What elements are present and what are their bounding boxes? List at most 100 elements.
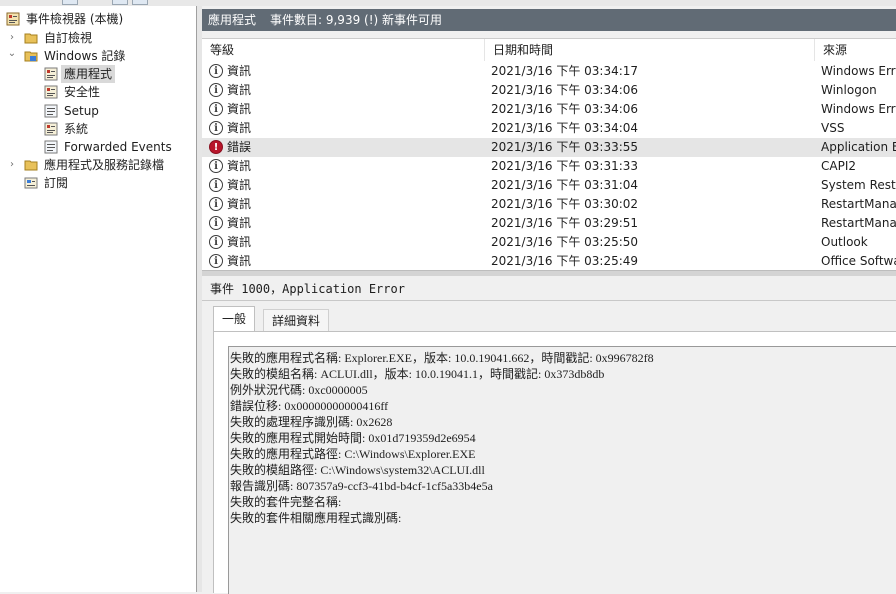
cell-level: 資訊 xyxy=(227,64,252,78)
table-row[interactable]: i 資訊 2021/3/16 下午 03:34:06 Winlogon xyxy=(202,81,896,100)
tree-item-label: 自訂檢視 xyxy=(44,31,93,45)
console-tree: 事件檢視器 (本機) › 自訂檢視 ⌄ Windows 記錄 應用程式 安全性 … xyxy=(0,6,197,592)
log-icon xyxy=(44,104,58,118)
info-icon: i xyxy=(209,178,223,192)
cell-datetime: 2021/3/16 下午 03:33:55 xyxy=(491,140,639,154)
cell-source: Windows Error Reporting xyxy=(821,64,896,78)
cell-level: 資訊 xyxy=(227,178,252,192)
cell-datetime: 2021/3/16 下午 03:30:02 xyxy=(491,197,639,211)
tree-item-label: Forwarded Events xyxy=(64,140,172,154)
cell-level: 資訊 xyxy=(227,254,252,268)
description-line: 失敗的套件完整名稱: xyxy=(230,495,342,509)
cell-datetime: 2021/3/16 下午 03:31:04 xyxy=(491,178,639,192)
description-line: 失敗的模組名稱: ACLUI.dll，版本: 10.0.19041.1，時間戳記… xyxy=(230,367,605,381)
info-icon: i xyxy=(209,83,223,97)
folder-icon xyxy=(24,49,38,63)
cell-level: 資訊 xyxy=(227,159,252,173)
description-line: 失敗的應用程式名稱: Explorer.EXE，版本: 10.0.19041.6… xyxy=(230,351,654,365)
error-icon: ! xyxy=(209,140,223,154)
cell-datetime: 2021/3/16 下午 03:25:50 xyxy=(491,235,639,249)
log-icon xyxy=(44,140,58,154)
cell-source: RestartManager xyxy=(821,197,896,211)
cell-datetime: 2021/3/16 下午 03:25:49 xyxy=(491,254,639,268)
toolbar-button[interactable] xyxy=(132,0,148,5)
event-list: 等級 日期和時間 來源 i 資訊 2021/3/16 下午 03:34:17 Wind… xyxy=(202,38,896,271)
cell-level: 資訊 xyxy=(227,121,252,135)
info-icon: i xyxy=(209,197,223,211)
table-row[interactable]: i 資訊 2021/3/16 下午 03:25:49 Office Software … xyxy=(202,252,896,271)
event-description[interactable]: 失敗的應用程式名稱: Explorer.EXE，版本: 10.0.19041.6… xyxy=(228,346,896,594)
info-icon: i xyxy=(209,121,223,135)
cell-level: 資訊 xyxy=(227,197,252,211)
tree-item-label: Windows 記錄 xyxy=(44,49,126,63)
description-line: 失敗的套件相關應用程式識別碼: xyxy=(230,511,402,525)
description-line: 失敗的模組路徑: C:\Windows\system32\ACLUI.dll xyxy=(230,463,485,477)
description-line: 失敗的處理程序識別碼: 0x2628 xyxy=(230,415,393,429)
cell-source: Office Software Protection xyxy=(821,254,896,268)
tree-item-label: 系統 xyxy=(64,122,89,136)
table-row[interactable]: ! 錯誤 2021/3/16 下午 03:33:55 Application Erro… xyxy=(202,138,896,157)
cell-source: Outlook xyxy=(821,235,868,249)
cell-datetime: 2021/3/16 下午 03:34:17 xyxy=(491,64,639,78)
event-count: 事件數目: 9,939 (!) 新事件可用 xyxy=(270,13,443,27)
log-icon xyxy=(44,67,58,81)
tree-item-label: 事件檢視器 (本機) xyxy=(26,12,124,26)
description-line: 失敗的應用程式開始時間: 0x01d719359d2e6954 xyxy=(230,431,476,445)
subscription-icon xyxy=(24,176,38,190)
info-icon: i xyxy=(209,102,223,116)
tree-item-label: 訂閱 xyxy=(44,176,69,190)
tab-general[interactable]: 一般 xyxy=(213,306,256,332)
info-icon: i xyxy=(209,254,223,268)
table-row[interactable]: i 資訊 2021/3/16 下午 03:29:51 RestartManager xyxy=(202,214,896,233)
table-row[interactable]: i 資訊 2021/3/16 下午 03:25:50 Outlook xyxy=(202,233,896,252)
cell-source: VSS xyxy=(821,121,845,135)
cell-datetime: 2021/3/16 下午 03:34:04 xyxy=(491,121,639,135)
general-tab-panel: 失敗的應用程式名稱: Explorer.EXE，版本: 10.0.19041.6… xyxy=(213,331,896,594)
column-header-level[interactable]: 等級 xyxy=(202,39,485,61)
cell-level: 資訊 xyxy=(227,216,252,230)
cell-source: Winlogon xyxy=(821,83,877,97)
chevron-right-icon[interactable]: › xyxy=(7,29,17,47)
description-line: 例外狀況代碼: 0xc0000005 xyxy=(230,383,368,397)
chevron-down-icon[interactable]: ⌄ xyxy=(7,47,17,65)
table-row[interactable]: i 資訊 2021/3/16 下午 03:31:33 CAPI2 xyxy=(202,157,896,176)
table-row[interactable]: i 資訊 2021/3/16 下午 03:30:02 RestartManager xyxy=(202,195,896,214)
info-icon: i xyxy=(209,235,223,249)
cell-datetime: 2021/3/16 下午 03:29:51 xyxy=(491,216,639,230)
description-line: 錯誤位移: 0x00000000000416ff xyxy=(230,399,389,413)
cell-datetime: 2021/3/16 下午 03:34:06 xyxy=(491,102,639,116)
cell-source: System Restore xyxy=(821,178,896,192)
tab-details[interactable]: 詳細資料 xyxy=(263,309,330,331)
column-header-datetime[interactable]: 日期和時間 xyxy=(485,39,815,61)
tree-item-label: 應用程式及服務記錄檔 xyxy=(44,158,165,172)
chevron-right-icon[interactable]: › xyxy=(7,156,17,174)
toolbar-button[interactable] xyxy=(62,0,78,5)
info-icon: i xyxy=(209,64,223,78)
cell-level: 資訊 xyxy=(227,102,252,116)
event-detail-title: 事件 1000，Application Error xyxy=(210,282,405,296)
table-row[interactable]: i 資訊 2021/3/16 下午 03:34:04 VSS xyxy=(202,119,896,138)
event-detail-pane: 事件 1000，Application Error 一般 詳細資料 失敗的應用程… xyxy=(202,276,896,594)
column-header-source[interactable]: 來源 xyxy=(815,39,896,61)
cell-level: 資訊 xyxy=(227,235,252,249)
table-row[interactable]: i 資訊 2021/3/16 下午 03:34:06 Windows Error Re… xyxy=(202,100,896,119)
tree-item-label: Setup xyxy=(64,104,99,118)
log-name: 應用程式 xyxy=(208,13,257,27)
info-icon: i xyxy=(209,216,223,230)
cell-source: CAPI2 xyxy=(821,159,856,173)
info-icon: i xyxy=(209,159,223,173)
cell-datetime: 2021/3/16 下午 03:34:06 xyxy=(491,83,639,97)
description-line: 失敗的應用程式路徑: C:\Windows\Explorer.EXE xyxy=(230,447,476,461)
cell-datetime: 2021/3/16 下午 03:31:33 xyxy=(491,159,639,173)
table-row[interactable]: i 資訊 2021/3/16 下午 03:34:17 Windows Error Re… xyxy=(202,62,896,81)
cell-source: Windows Error Reporting xyxy=(821,102,896,116)
table-row[interactable]: i 資訊 2021/3/16 下午 03:31:04 System Restore xyxy=(202,176,896,195)
cell-source: Application Error xyxy=(821,140,896,154)
toolbar-button[interactable] xyxy=(112,0,128,5)
divider xyxy=(202,300,896,301)
description-line: 報告識別碼: 807357a9-ccf3-41bd-b4cf-1cf5a33b4… xyxy=(230,479,493,493)
folder-icon xyxy=(24,31,38,45)
log-icon xyxy=(44,85,58,99)
cell-level: 錯誤 xyxy=(227,140,252,154)
event-viewer-icon xyxy=(6,12,20,26)
